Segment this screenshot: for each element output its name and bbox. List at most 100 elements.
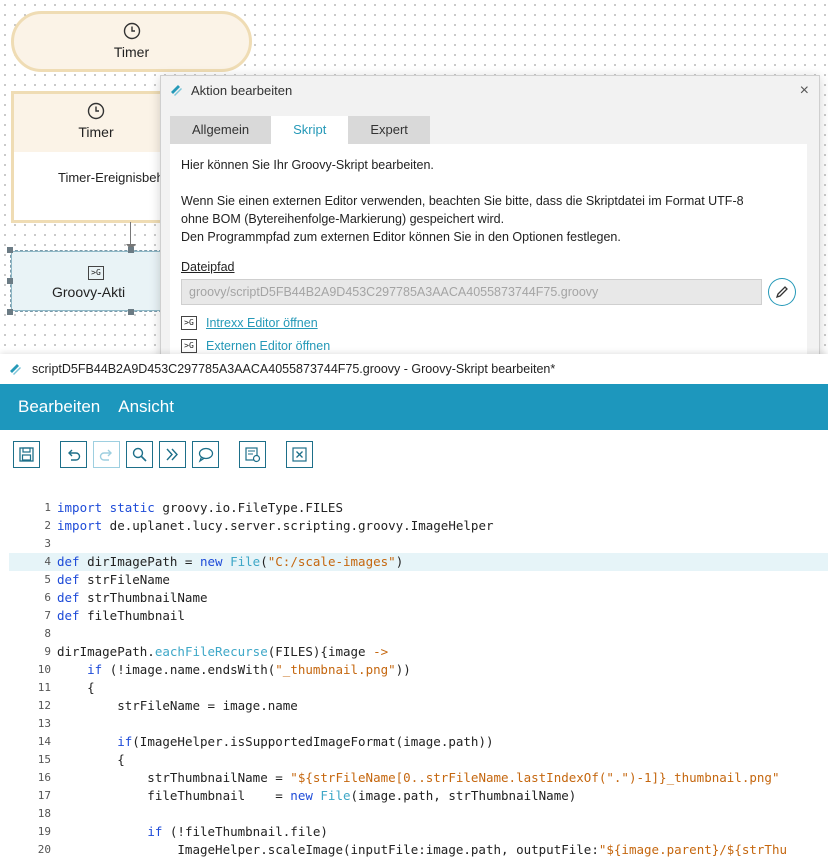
line-number: 16: [37, 771, 51, 784]
info-text-line2: ohne BOM (Bytereihenfolge-Markierung) ge…: [181, 212, 505, 226]
code-editor[interactable]: 1 import static groovy.io.FileType.FILES 2…: [9, 480, 828, 864]
resize-handle[interactable]: [128, 309, 134, 315]
code-token: strThumbnailName =: [57, 770, 291, 785]
tab-expert[interactable]: Expert: [348, 116, 430, 144]
code-line[interactable]: 5 def strFileName: [9, 571, 828, 589]
intro-text: Hier können Sie Ihr Groovy-Skript bearbe…: [181, 158, 434, 172]
code-text: import de.uplanet.lucy.server.scripting.…: [57, 517, 494, 535]
line-number: 13: [37, 717, 51, 730]
goto-button[interactable]: [159, 440, 186, 468]
code-token: if: [87, 662, 103, 677]
code-line[interactable]: 1 import static groovy.io.FileType.FILES: [9, 499, 828, 517]
groovy-icon: >G: [88, 266, 104, 280]
code-token: "C:/scale-images": [267, 554, 396, 569]
code-line[interactable]: 10 if (!image.name.endsWith("_thumbnail.…: [9, 661, 828, 679]
redo-button[interactable]: [93, 440, 120, 468]
line-number: 9: [44, 645, 51, 658]
code-token: File: [230, 554, 261, 569]
groovy-action-node[interactable]: >G Groovy-Akti: [11, 251, 181, 311]
code-token: (!fileThumbnail.file): [162, 824, 328, 839]
code-token: fileThumbnail =: [57, 788, 291, 803]
clock-icon: [123, 22, 140, 40]
timer-start-node[interactable]: Timer: [11, 11, 252, 72]
code-token: (: [260, 554, 268, 569]
file-path-input[interactable]: [181, 279, 763, 305]
resize-handle[interactable]: [7, 247, 13, 253]
code-line[interactable]: 4 def dirImagePath = new File("C:/scale-i…: [9, 553, 828, 571]
line-number: 11: [37, 681, 51, 694]
code-line[interactable]: 11 {: [9, 679, 828, 697]
editor-titlebar: scriptD5FB44B2A9D453C297785A3AACA4055873…: [0, 354, 828, 384]
search-button[interactable]: [126, 440, 153, 468]
code-line[interactable]: 20 ImageHelper.scaleImage(inputFile:imag…: [9, 841, 828, 859]
undo-icon: [68, 449, 81, 461]
close-x-icon: [292, 446, 307, 462]
code-token: "${strFileName[0..strFileName.lastIndexO…: [290, 770, 780, 785]
comment-button[interactable]: [192, 440, 219, 468]
edit-path-button[interactable]: [768, 278, 796, 306]
code-token: {: [57, 680, 95, 695]
code-line[interactable]: 12 strFileName = image.name: [9, 697, 828, 715]
code-line[interactable]: 9 dirImagePath.eachFileRecurse(FILES){ima…: [9, 643, 828, 661]
info-text-line1: Wenn Sie einen externen Editor verwenden…: [181, 194, 744, 208]
code-text: dirImagePath.eachFileRecurse(FILES){imag…: [57, 643, 388, 661]
line-number: 14: [37, 735, 51, 748]
code-token: (image.path, strThumbnailName): [350, 788, 577, 803]
menu-bearbeiten[interactable]: Bearbeiten: [18, 397, 100, 417]
editor-window-title: scriptD5FB44B2A9D453C297785A3AACA4055873…: [32, 362, 556, 376]
info-text-line3: Den Programmpfad zum externen Editor kön…: [181, 230, 621, 244]
code-token: fileThumbnail: [79, 608, 185, 623]
line-number: 20: [37, 843, 51, 856]
close-script-button[interactable]: [286, 440, 313, 468]
undo-button[interactable]: [60, 440, 87, 468]
code-token: "${image.parent}/${strThu: [598, 842, 788, 857]
open-external-editor-link[interactable]: Externen Editor öffnen: [206, 337, 330, 355]
code-line[interactable]: 8: [9, 625, 828, 643]
code-line[interactable]: 14 if(ImageHelper.isSupportedImageFormat…: [9, 733, 828, 751]
code-token: eachFileRecurse: [154, 644, 268, 659]
resize-handle[interactable]: [7, 309, 13, 315]
timer-node[interactable]: Timer Timer-Ereignisbeh: [11, 91, 181, 223]
code-text: def strFileName: [57, 571, 170, 589]
code-token: def: [57, 554, 80, 569]
code-token: new: [290, 788, 313, 803]
line-number: 2: [44, 519, 51, 532]
close-icon[interactable]: ×: [800, 82, 809, 100]
file-path-label: Dateipfad: [181, 260, 235, 274]
code-token: def: [57, 608, 80, 623]
code-line[interactable]: 18: [9, 805, 828, 823]
script-info-button[interactable]: [239, 440, 266, 468]
code-line[interactable]: 16 strThumbnailName = "${strFileName[0..…: [9, 769, 828, 787]
code-token: "_thumbnail.png": [275, 662, 396, 677]
code-token: import: [57, 518, 103, 533]
groovy-editor-window: scriptD5FB44B2A9D453C297785A3AACA4055873…: [0, 354, 828, 864]
save-button[interactable]: [13, 440, 40, 468]
code-token: groovy.io.FileType.FILES: [154, 500, 343, 515]
menu-ansicht[interactable]: Ansicht: [118, 397, 174, 417]
resize-handle[interactable]: [128, 247, 134, 253]
resize-handle[interactable]: [7, 278, 13, 284]
code-line[interactable]: 2 import de.uplanet.lucy.server.scripting…: [9, 517, 828, 535]
clock-icon: [87, 102, 105, 120]
groovy-icon: >G: [181, 339, 197, 353]
code-line[interactable]: 3: [9, 535, 828, 553]
tab-allgemein[interactable]: Allgemein: [170, 116, 272, 144]
code-line[interactable]: 13: [9, 715, 828, 733]
code-line[interactable]: 19 if (!fileThumbnail.file): [9, 823, 828, 841]
code-line[interactable]: 7 def fileThumbnail: [9, 607, 828, 625]
code-line[interactable]: 6 def strThumbnailName: [9, 589, 828, 607]
line-number: 18: [37, 807, 51, 820]
dialog-body: Hier können Sie Ihr Groovy-Skript bearbe…: [170, 144, 807, 364]
tab-skript[interactable]: Skript: [271, 116, 349, 144]
search-icon: [132, 447, 147, 462]
code-token: import static: [57, 500, 155, 515]
open-intrexx-editor-link[interactable]: Intrexx Editor öffnen: [206, 314, 318, 332]
code-token: dirImagePath.: [57, 644, 155, 659]
timer-start-label: Timer: [113, 44, 150, 60]
code-line[interactable]: 17 fileThumbnail = new File(image.path, …: [9, 787, 828, 805]
code-line[interactable]: 15 {: [9, 751, 828, 769]
line-number: 1: [44, 501, 51, 514]
